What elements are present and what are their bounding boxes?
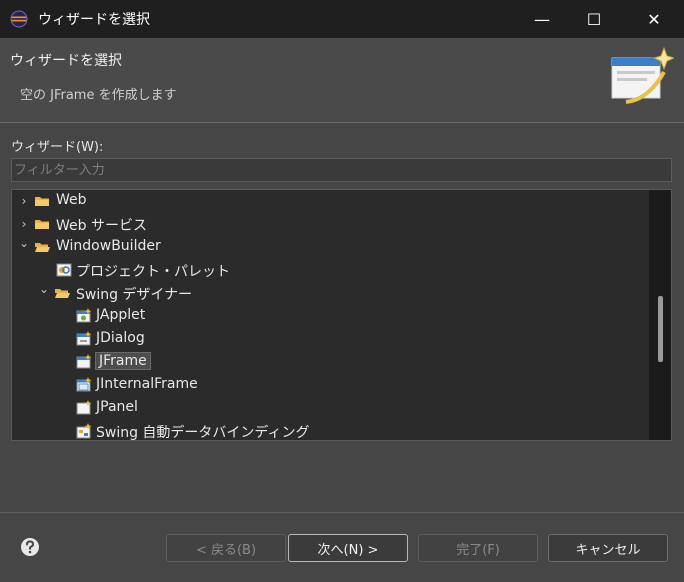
folder-open-icon <box>55 289 70 298</box>
close-button[interactable]: ✕ <box>626 0 682 38</box>
jframe-icon <box>76 354 92 369</box>
jinternalframe-icon <box>76 377 92 392</box>
tree-item-web-services[interactable]: › Web サービス <box>12 213 652 236</box>
back-button[interactable]: < 戻る(B) <box>166 534 286 562</box>
window-title: ウィザードを選択 <box>38 12 150 28</box>
title-bar: ウィザードを選択 — ☐ ✕ <box>0 0 684 38</box>
tree-item-jinternalframe[interactable]: JInternalFrame <box>12 374 652 397</box>
tree-item-label: JApplet <box>96 307 146 323</box>
folder-icon <box>35 197 49 206</box>
next-button[interactable]: 次へ(N) > <box>288 534 408 562</box>
wizard-banner-icon <box>611 46 674 104</box>
chevron-right-icon[interactable]: › <box>18 217 30 231</box>
minimize-icon: — <box>534 9 550 29</box>
button-bar-separator <box>0 512 684 513</box>
folder-icon <box>35 220 49 229</box>
maximize-button[interactable]: ☐ <box>566 0 622 38</box>
tree-item-label: Swing 自動データバインディング <box>96 425 310 441</box>
tree-item-web[interactable]: › Web <box>12 190 652 213</box>
cancel-button[interactable]: キャンセル <box>548 534 668 562</box>
tree-item-label: JDialog <box>96 330 145 346</box>
tree-item-jdialog[interactable]: JDialog <box>12 328 652 351</box>
maximize-icon: ☐ <box>586 9 602 29</box>
minimize-button[interactable]: — <box>514 0 570 38</box>
tree-item-jframe[interactable]: JFrame <box>12 351 652 374</box>
chevron-right-icon[interactable]: › <box>18 194 30 208</box>
tree-item-jpanel[interactable]: JPanel <box>12 397 652 420</box>
filter-input[interactable] <box>11 158 672 182</box>
header-description: 空の JFrame を作成します <box>20 88 177 103</box>
tree-item-label: プロジェクト・パレット <box>76 264 230 280</box>
tree-item-project-palette[interactable]: プロジェクト・パレット <box>12 259 652 282</box>
palette-icon <box>56 263 72 277</box>
tree-item-label: JPanel <box>96 399 138 415</box>
japplet-icon <box>76 308 92 323</box>
finish-button[interactable]: 完了(F) <box>418 534 538 562</box>
jdialog-icon <box>76 331 92 346</box>
eclipse-app-icon <box>10 10 28 28</box>
wizard-header: ウィザードを選択 空の JFrame を作成します <box>0 38 684 123</box>
tree-item-windowbuilder[interactable]: ⌄ WindowBuilder <box>12 236 652 259</box>
tree-item-japplet[interactable]: JApplet <box>12 305 652 328</box>
wizard-tree[interactable]: › Web › Web サービス ⌄ WindowBuilder プロジェクト・… <box>11 189 672 441</box>
tree-item-label: JInternalFrame <box>96 376 198 392</box>
jpanel-icon <box>76 400 92 415</box>
folder-open-icon <box>35 243 50 252</box>
tree-scrollbar[interactable] <box>649 190 671 440</box>
chevron-down-icon[interactable]: ⌄ <box>38 282 50 296</box>
tree-item-label: Swing デザイナー <box>76 287 193 303</box>
chevron-down-icon[interactable]: ⌄ <box>18 236 30 250</box>
tree-item-swing-designer[interactable]: ⌄ Swing デザイナー <box>12 282 652 305</box>
databinding-icon <box>76 423 92 439</box>
tree-item-label: Web <box>56 192 87 208</box>
header-title: ウィザードを選択 <box>10 53 122 69</box>
tree-item-label: WindowBuilder <box>56 238 161 254</box>
close-icon: ✕ <box>647 9 661 29</box>
scrollbar-thumb[interactable] <box>658 296 663 362</box>
help-icon[interactable] <box>20 537 40 557</box>
tree-item-label: JFrame <box>95 352 151 370</box>
tree-item-label: Web サービス <box>56 218 147 234</box>
tree-item-swing-data-binding[interactable]: Swing 自動データバインディング <box>12 420 652 441</box>
wizard-label: ウィザード(W): <box>11 140 104 155</box>
